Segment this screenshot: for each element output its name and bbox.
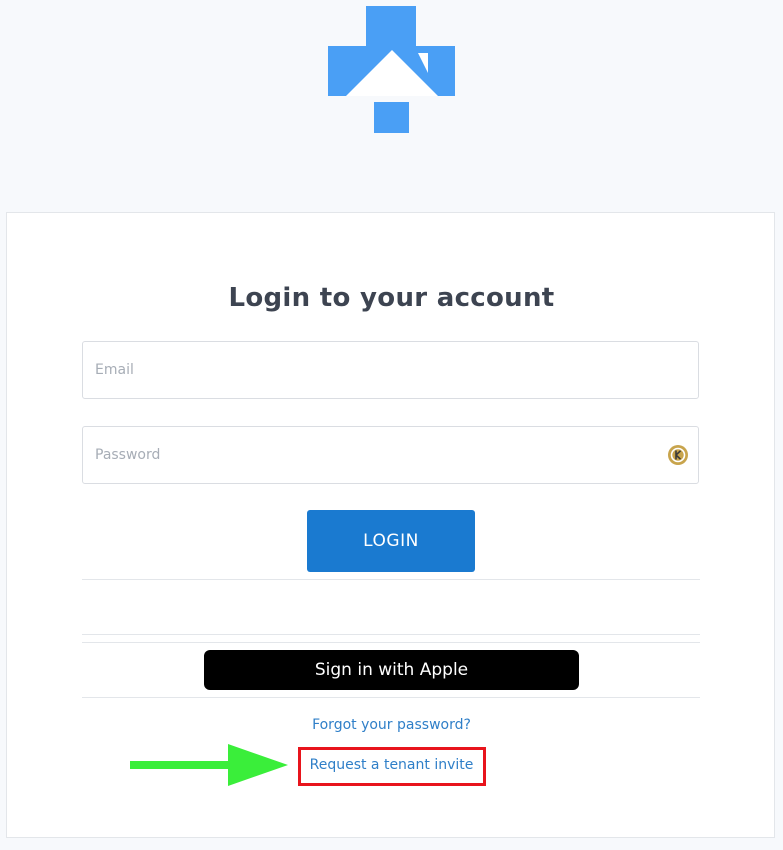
divider [82, 634, 700, 635]
keeper-icon[interactable] [667, 444, 689, 466]
request-tenant-invite-link[interactable]: Request a tenant invite [0, 757, 783, 773]
page-title: Login to your account [228, 283, 555, 313]
divider [82, 642, 700, 643]
forgot-password-link[interactable]: Forgot your password? [0, 717, 783, 733]
divider [82, 697, 700, 698]
sign-in-with-apple-button[interactable]: Sign in with Apple [204, 650, 579, 690]
email-field[interactable] [82, 341, 699, 399]
password-field[interactable] [82, 426, 699, 484]
login-button[interactable]: LOGIN [307, 510, 475, 572]
house-icon [328, 6, 455, 133]
right-arrow-icon [130, 744, 288, 786]
divider [82, 579, 700, 580]
